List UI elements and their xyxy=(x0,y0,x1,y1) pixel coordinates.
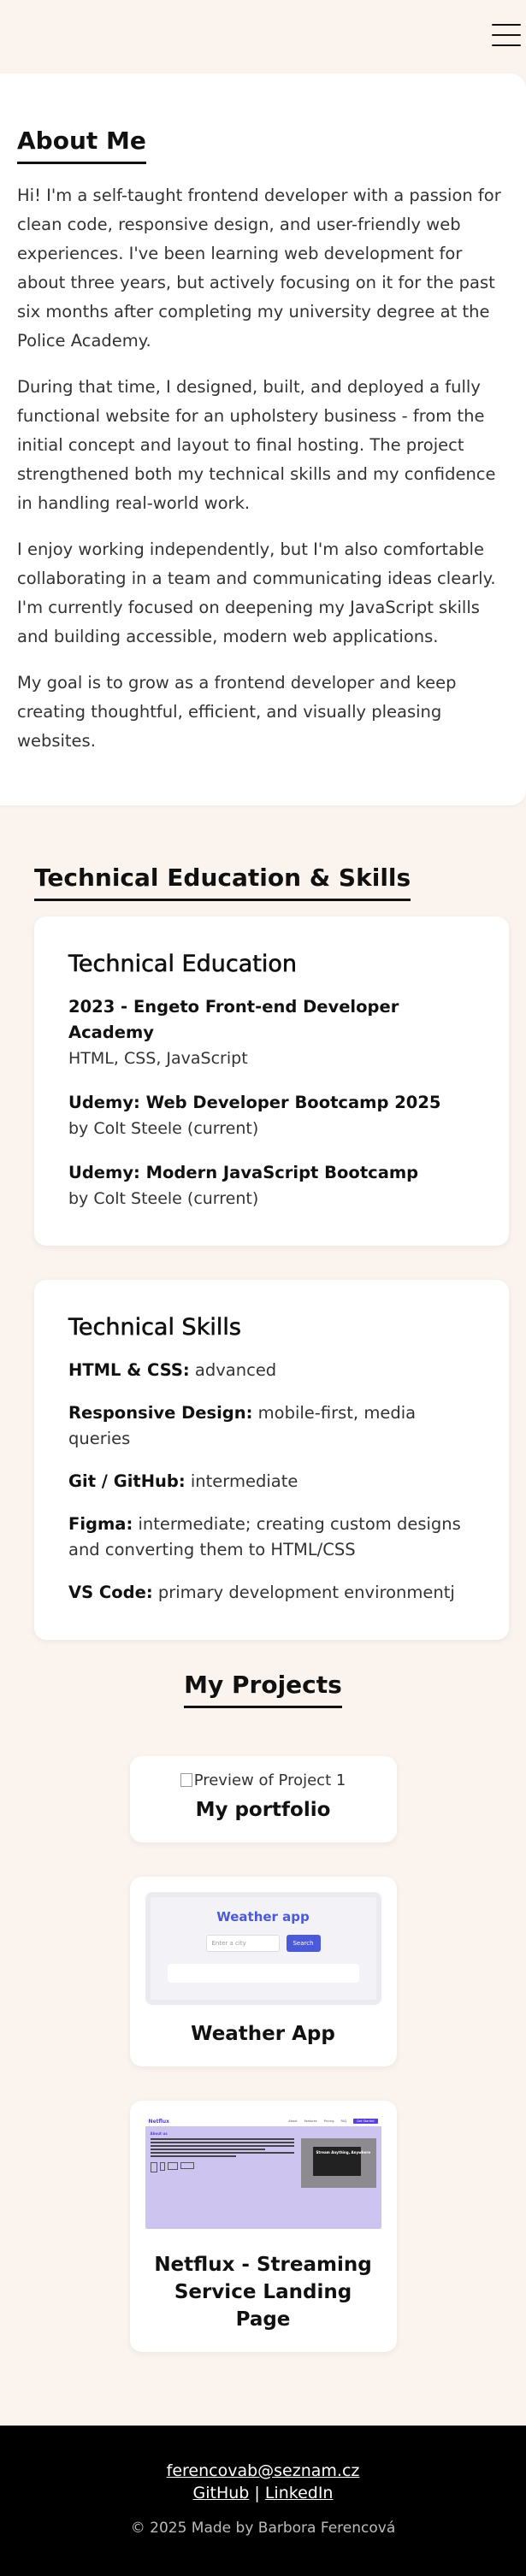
netflux-preview-logo: Netflux xyxy=(148,2118,170,2125)
project-preview-image: Preview of Project 1 xyxy=(145,1771,381,1789)
project-title: Netflux - Streaming Service Landing Page xyxy=(154,2254,372,2331)
about-paragraph: My goal is to grow as a frontend develop… xyxy=(17,673,457,751)
footer-github-link[interactable]: GitHub xyxy=(193,2484,250,2502)
skill-name: HTML & CSS: xyxy=(68,1360,190,1380)
weather-preview-input: Enter a city xyxy=(205,1935,280,1952)
project-card-netflux[interactable]: Netflux About Features Pricing FAQ Get S… xyxy=(129,2101,397,2352)
project-title: Weather App xyxy=(191,2023,335,2045)
skill-item: VS Code: primary development environment… xyxy=(68,1580,475,1606)
about-title: About Me xyxy=(17,127,146,164)
about-paragraph: Hi! I'm a self-taught frontend developer… xyxy=(17,186,501,351)
weather-preview-result xyxy=(167,1964,359,1983)
education-item-sub: by Colt Steele (current) xyxy=(68,1119,259,1138)
skill-name: Git / GitHub: xyxy=(68,1471,186,1491)
skills-section-title: Technical Education & Skills xyxy=(34,864,411,901)
skills-card: Technical Skills HTML & CSS: advanced Re… xyxy=(34,1280,509,1640)
project-preview-image: Netflux About Features Pricing FAQ Get S… xyxy=(145,2116,381,2229)
projects-title: My Projects xyxy=(184,1671,342,1708)
netflux-preview-nav: FAQ xyxy=(340,2119,347,2123)
project-preview-image: Weather app Enter a city Search xyxy=(145,1892,381,2005)
netflux-preview-hero-image: Stream Anything, Anywhere xyxy=(300,2138,376,2188)
project-title: My portfolio xyxy=(195,1799,331,1821)
education-item-sub: by Colt Steele (current) xyxy=(68,1189,259,1208)
education-card: Technical Education 2023 - Engeto Front-… xyxy=(34,917,509,1246)
education-item: Udemy: Web Developer Bootcamp 2025 by Co… xyxy=(68,1090,475,1141)
about-section: About Me Hi! I'm a self-taught frontend … xyxy=(0,74,526,805)
education-title: Technical Education xyxy=(68,951,298,978)
education-item-title: Udemy: Web Developer Bootcamp 2025 xyxy=(68,1093,441,1112)
footer-separator: | xyxy=(254,2484,260,2502)
broken-image-icon xyxy=(180,1773,192,1787)
project-card-portfolio[interactable]: Preview of Project 1 My portfolio xyxy=(129,1756,397,1842)
project-image-alt: Preview of Project 1 xyxy=(193,1771,346,1789)
netflux-preview-cta: Get Started xyxy=(353,2119,378,2124)
skill-item: Responsive Design: mobile-first, media q… xyxy=(68,1400,475,1452)
skill-name: Figma: xyxy=(68,1514,133,1534)
about-paragraph: During that time, I designed, built, and… xyxy=(17,377,496,513)
education-item-title: Udemy: Modern JavaScript Bootcamp xyxy=(68,1163,419,1182)
skill-name: VS Code: xyxy=(68,1583,153,1602)
skill-item: HTML & CSS: advanced xyxy=(68,1358,475,1383)
skills-title: Technical Skills xyxy=(68,1314,242,1341)
netflux-preview-nav: About xyxy=(288,2119,298,2123)
skill-value: primary development environmentj xyxy=(152,1583,455,1602)
skill-item: Git / GitHub: intermediate xyxy=(68,1469,475,1494)
skill-item: Figma: intermediate; creating custom des… xyxy=(68,1512,475,1563)
netflux-preview-nav: Features xyxy=(304,2119,317,2123)
footer-email-link[interactable]: ferencovab@seznam.cz xyxy=(167,2461,360,2480)
weather-preview-button: Search xyxy=(286,1935,321,1952)
skill-value: advanced xyxy=(189,1360,277,1380)
device-icons xyxy=(150,2162,294,2172)
project-card-weather[interactable]: Weather app Enter a city Search Weather … xyxy=(129,1877,397,2066)
education-item: Udemy: Modern JavaScript Bootcamp by Col… xyxy=(68,1160,475,1211)
netflux-preview-hero-text: Stream Anything, Anywhere xyxy=(316,2150,371,2155)
menu-icon[interactable] xyxy=(492,24,521,46)
skill-name: Responsive Design: xyxy=(68,1403,253,1423)
education-item: 2023 - Engeto Front-end Developer Academ… xyxy=(68,994,475,1071)
weather-preview-heading: Weather app xyxy=(216,1909,310,1925)
about-paragraph: I enjoy working independently, but I'm a… xyxy=(17,539,496,646)
footer-copyright: © 2025 Made by Barbora Ferencová xyxy=(130,2520,396,2537)
skill-value: intermediate xyxy=(185,1471,298,1491)
skills-section: Technical Education & Skills Technical E… xyxy=(0,805,526,1640)
footer: ferencovab@seznam.cz GitHub | LinkedIn ©… xyxy=(0,2426,526,2576)
education-item-sub: HTML, CSS, JavaScript xyxy=(68,1049,248,1068)
netflux-preview-heading: About us xyxy=(150,2131,168,2136)
projects-section: My Projects Preview of Project 1 My port… xyxy=(0,1640,526,2352)
top-bar xyxy=(0,0,526,74)
education-item-title: 2023 - Engeto Front-end Developer Academ… xyxy=(68,997,399,1042)
footer-linkedin-link[interactable]: LinkedIn xyxy=(265,2484,334,2502)
netflux-preview-nav: Pricing xyxy=(323,2119,334,2123)
